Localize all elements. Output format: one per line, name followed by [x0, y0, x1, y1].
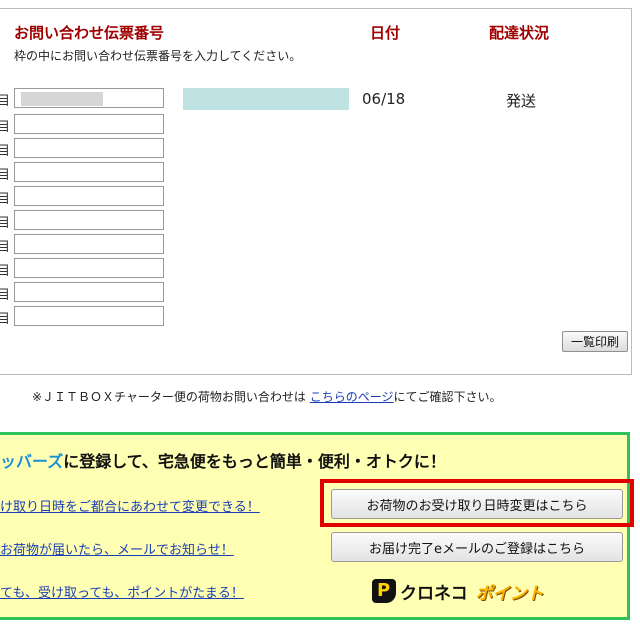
note-text-after: にてご確認下さい。 [393, 390, 502, 404]
row-marker: 目 [0, 168, 9, 183]
delivery-email-register-button[interactable]: お届け完了eメールのご登録はこちら [331, 532, 623, 562]
row-marker: 目 [0, 312, 9, 327]
promo-link-email-notice[interactable]: お荷物が届いたら、メールでお知らせ！ [0, 539, 234, 558]
row-marker: 目 [0, 94, 9, 109]
tracking-number-input-5[interactable] [14, 186, 164, 206]
promo-title-text: に登録して、宅急便をもっと簡単・便利・オトクに！ [63, 452, 446, 471]
tracking-number-input-10[interactable] [14, 306, 164, 326]
table-bottom-border [0, 374, 632, 375]
tracking-number-input-8[interactable] [14, 258, 164, 278]
header-date: 日付 [370, 24, 401, 42]
note-text-before: ※ＪＩＴＢＯＸチャーター便の荷物お問い合わせは [32, 390, 310, 404]
row-1-date: 06/18 [362, 90, 406, 108]
row-marker: 目 [0, 288, 9, 303]
tracking-number-input-2[interactable] [14, 114, 164, 134]
jitbox-note: ※ＪＩＴＢＯＸチャーター便の荷物お問い合わせは こちらのページにてご確認下さい。 [32, 388, 502, 405]
row-marker: 目 [0, 264, 9, 279]
tracking-number-input-7[interactable] [14, 234, 164, 254]
tracking-number-input-9[interactable] [14, 282, 164, 302]
tracking-number-input-3[interactable] [14, 138, 164, 158]
header-tracking-number: お問い合わせ伝票番号 [14, 24, 165, 42]
tracking-number-input-1[interactable] [14, 88, 164, 108]
row-marker: 目 [0, 120, 9, 135]
kuroneko-p-icon: P [372, 579, 396, 603]
row-marker: 目 [0, 192, 9, 207]
row-marker: 目 [0, 240, 9, 255]
promo-link-change-date[interactable]: け取り日時をご都合にあわせて変更できる！ [0, 496, 260, 515]
header-status: 配達状況 [489, 24, 550, 42]
kuroneko-point-logo: P クロネコ ポイント [372, 578, 544, 604]
row-1-status: 発送 [506, 92, 537, 110]
print-list-button[interactable]: 一覧印刷 [562, 331, 628, 352]
input-instruction: 枠の中にお問い合わせ伝票番号を入力してください。 [14, 49, 302, 63]
tracking-number-input-4[interactable] [14, 162, 164, 182]
top-border [0, 8, 632, 9]
promo-link-points[interactable]: ても、受け取っても、ポイントがたまる！ [0, 582, 244, 601]
row-marker: 目 [0, 144, 9, 159]
jitbox-page-link[interactable]: こちらのページ [310, 390, 394, 404]
promo-title-highlight[interactable]: ッバーズ [0, 452, 63, 471]
tracking-number-input-6[interactable] [14, 210, 164, 230]
row-marker: 目 [0, 216, 9, 231]
result-number-highlight [183, 88, 349, 110]
promo-title: ッバーズに登録して、宅急便をもっと簡単・便利・オトクに！ [0, 448, 446, 472]
kuroneko-point-text: ポイント [475, 583, 544, 604]
redacted-number [21, 92, 103, 106]
highlight-box [320, 479, 634, 527]
right-border [631, 8, 632, 374]
kuroneko-logo-text: クロネコ [400, 583, 468, 604]
